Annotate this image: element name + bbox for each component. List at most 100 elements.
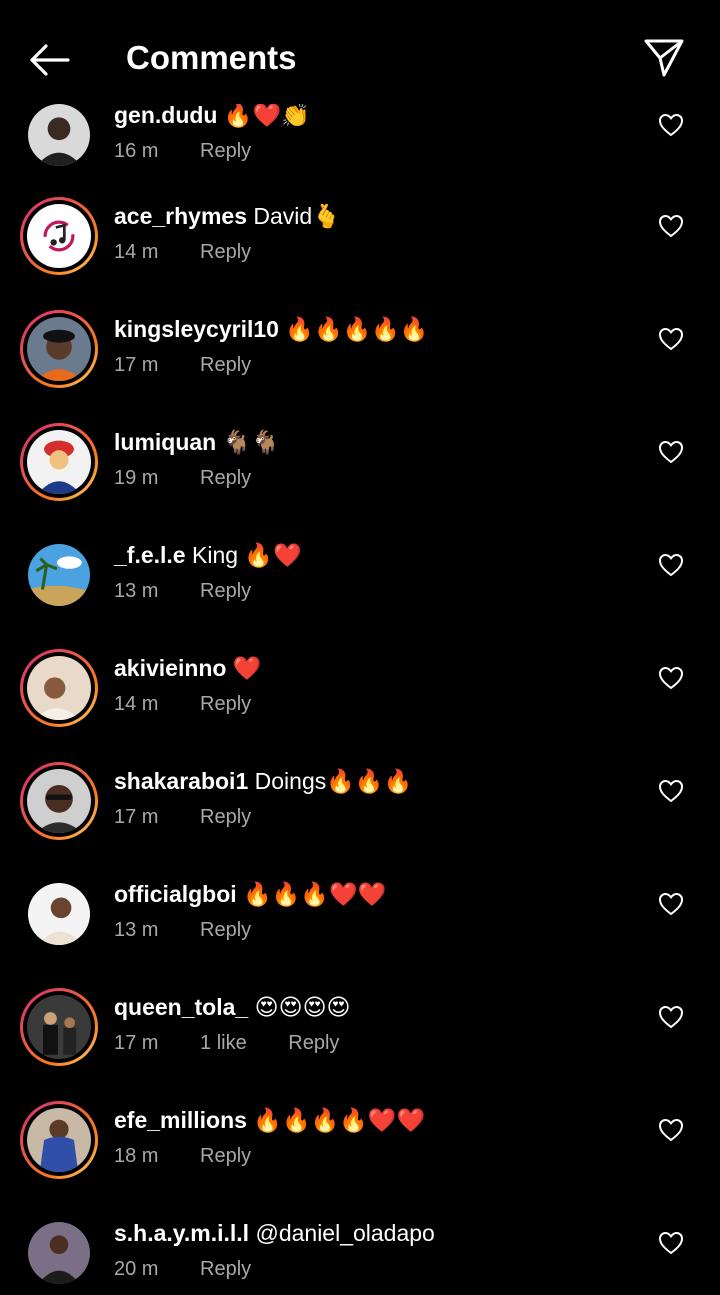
profile-photo bbox=[28, 1222, 90, 1284]
paper-plane-icon[interactable] bbox=[642, 36, 686, 80]
comment-username[interactable]: s.h.a.y.m.i.l.l bbox=[114, 1220, 249, 1246]
comment-time: 14 m bbox=[114, 693, 159, 715]
comment-item: officialgboi 🔥🔥🔥❤️❤️ 13 m Reply bbox=[0, 875, 720, 988]
comment-item: lumiquan 🐐🐐 19 m Reply bbox=[0, 423, 720, 536]
profile-photo bbox=[27, 769, 91, 833]
comment-username[interactable]: queen_tola_ bbox=[114, 994, 248, 1020]
avatar[interactable] bbox=[20, 762, 98, 840]
comment-item: ace_rhymes David🫰 14 m Reply bbox=[0, 197, 720, 310]
heart-icon[interactable] bbox=[658, 440, 684, 464]
comment-text: Doings🔥🔥🔥 bbox=[254, 768, 413, 794]
reply-button[interactable]: Reply bbox=[288, 1030, 339, 1056]
reply-button[interactable]: Reply bbox=[200, 138, 251, 164]
comment-item: akivieinno ❤️ 14 m Reply bbox=[0, 649, 720, 762]
comment-text: David🫰 bbox=[253, 203, 341, 229]
reply-button[interactable]: Reply bbox=[200, 352, 251, 378]
reply-button[interactable]: Reply bbox=[200, 465, 251, 491]
heart-icon[interactable] bbox=[658, 327, 684, 351]
comment-meta: 17 m Reply bbox=[114, 352, 251, 378]
comment-time: 14 m bbox=[114, 241, 159, 263]
avatar[interactable] bbox=[20, 536, 98, 614]
avatar[interactable] bbox=[20, 875, 98, 953]
comment-username[interactable]: ace_rhymes bbox=[114, 203, 247, 229]
avatar[interactable] bbox=[20, 988, 98, 1066]
comment-time: 13 m bbox=[114, 919, 159, 941]
comment-meta: 20 m Reply bbox=[114, 1256, 251, 1282]
comment-time: 19 m bbox=[114, 467, 159, 489]
comment-text: 🔥❤️👏 bbox=[223, 102, 310, 128]
landscape-photo bbox=[28, 544, 90, 606]
comment-username[interactable]: lumiquan bbox=[114, 429, 216, 455]
heart-icon[interactable] bbox=[658, 113, 684, 137]
avatar[interactable] bbox=[20, 649, 98, 727]
comment-text: 😍😍😍😍 bbox=[254, 994, 351, 1020]
heart-icon[interactable] bbox=[658, 1118, 684, 1142]
profile-photo bbox=[27, 995, 91, 1059]
comment-username[interactable]: akivieinno bbox=[114, 655, 226, 681]
comment-text: ❤️ bbox=[232, 655, 262, 681]
reply-button[interactable]: Reply bbox=[200, 578, 251, 604]
comments-list[interactable]: gen.dudu 🔥❤️👏 16 m Reply ace_rhymes Davi… bbox=[0, 0, 720, 1295]
comment-meta: 14 m Reply bbox=[114, 239, 251, 265]
comment-meta: 17 m 1 like Reply bbox=[114, 1030, 339, 1056]
heart-icon[interactable] bbox=[658, 779, 684, 803]
heart-icon[interactable] bbox=[658, 1231, 684, 1255]
comment-username[interactable]: officialgboi bbox=[114, 881, 237, 907]
heart-icon[interactable] bbox=[658, 892, 684, 916]
music-logo-photo bbox=[27, 204, 91, 268]
heart-icon[interactable] bbox=[658, 1005, 684, 1029]
comment-text: 🐐🐐 bbox=[222, 429, 280, 455]
comment-meta: 16 m Reply bbox=[114, 138, 251, 164]
heart-icon[interactable] bbox=[658, 666, 684, 690]
comment-time: 20 m bbox=[114, 1258, 159, 1280]
reply-button[interactable]: Reply bbox=[200, 691, 251, 717]
comment-item: queen_tola_ 😍😍😍😍 17 m 1 like Reply bbox=[0, 988, 720, 1101]
reply-button[interactable]: Reply bbox=[200, 1256, 251, 1282]
avatar[interactable] bbox=[20, 96, 98, 174]
comment-time: 13 m bbox=[114, 580, 159, 602]
comment-text-line: s.h.a.y.m.i.l.l @daniel_oladapo bbox=[114, 1218, 435, 1248]
avatar[interactable] bbox=[20, 197, 98, 275]
reply-button[interactable]: Reply bbox=[200, 1143, 251, 1169]
comment-text-line: efe_millions 🔥🔥🔥🔥❤️❤️ bbox=[114, 1105, 425, 1135]
reply-button[interactable]: Reply bbox=[200, 804, 251, 830]
comment-item: efe_millions 🔥🔥🔥🔥❤️❤️ 18 m Reply bbox=[0, 1101, 720, 1214]
comment-time: 17 m bbox=[114, 806, 159, 828]
comment-text-line: gen.dudu 🔥❤️👏 bbox=[114, 100, 310, 130]
comment-meta: 14 m Reply bbox=[114, 691, 251, 717]
avatar[interactable] bbox=[20, 1101, 98, 1179]
reply-button[interactable]: Reply bbox=[200, 239, 251, 265]
comment-text-line: queen_tola_ 😍😍😍😍 bbox=[114, 992, 351, 1022]
profile-photo bbox=[28, 883, 90, 945]
comment-meta: 13 m Reply bbox=[114, 578, 251, 604]
comment-text-line: kingsleycyril10 🔥🔥🔥🔥🔥 bbox=[114, 314, 429, 344]
arrow-left-icon[interactable] bbox=[26, 38, 72, 82]
comment-username[interactable]: kingsleycyril10 bbox=[114, 316, 279, 342]
comment-text: King 🔥❤️ bbox=[192, 542, 302, 568]
profile-photo bbox=[28, 104, 90, 166]
comment-like-count[interactable]: 1 like bbox=[200, 1030, 247, 1056]
comment-username[interactable]: gen.dudu bbox=[114, 102, 217, 128]
comment-item: kingsleycyril10 🔥🔥🔥🔥🔥 17 m Reply bbox=[0, 310, 720, 423]
comment-username[interactable]: _f.e.l.e bbox=[114, 542, 186, 568]
comment-text: 🔥🔥🔥❤️❤️ bbox=[243, 881, 387, 907]
avatar[interactable] bbox=[20, 1214, 98, 1292]
comment-text-line: _f.e.l.e King 🔥❤️ bbox=[114, 540, 302, 570]
reply-button[interactable]: Reply bbox=[200, 917, 251, 943]
comment-mention[interactable]: @daniel_oladapo bbox=[255, 1220, 434, 1246]
comment-username[interactable]: efe_millions bbox=[114, 1107, 247, 1133]
comment-username[interactable]: shakaraboi1 bbox=[114, 768, 248, 794]
heart-icon[interactable] bbox=[658, 553, 684, 577]
avatar[interactable] bbox=[20, 310, 98, 388]
comment-meta: 13 m Reply bbox=[114, 917, 251, 943]
comment-time: 17 m bbox=[114, 354, 159, 376]
comment-time: 17 m bbox=[114, 1032, 159, 1054]
profile-photo bbox=[27, 1108, 91, 1172]
profile-photo bbox=[27, 430, 91, 494]
heart-icon[interactable] bbox=[658, 214, 684, 238]
profile-photo bbox=[27, 317, 91, 381]
comment-item: s.h.a.y.m.i.l.l @daniel_oladapo 20 m Rep… bbox=[0, 1214, 720, 1295]
comment-text-line: akivieinno ❤️ bbox=[114, 653, 262, 683]
profile-photo bbox=[27, 656, 91, 720]
avatar[interactable] bbox=[20, 423, 98, 501]
